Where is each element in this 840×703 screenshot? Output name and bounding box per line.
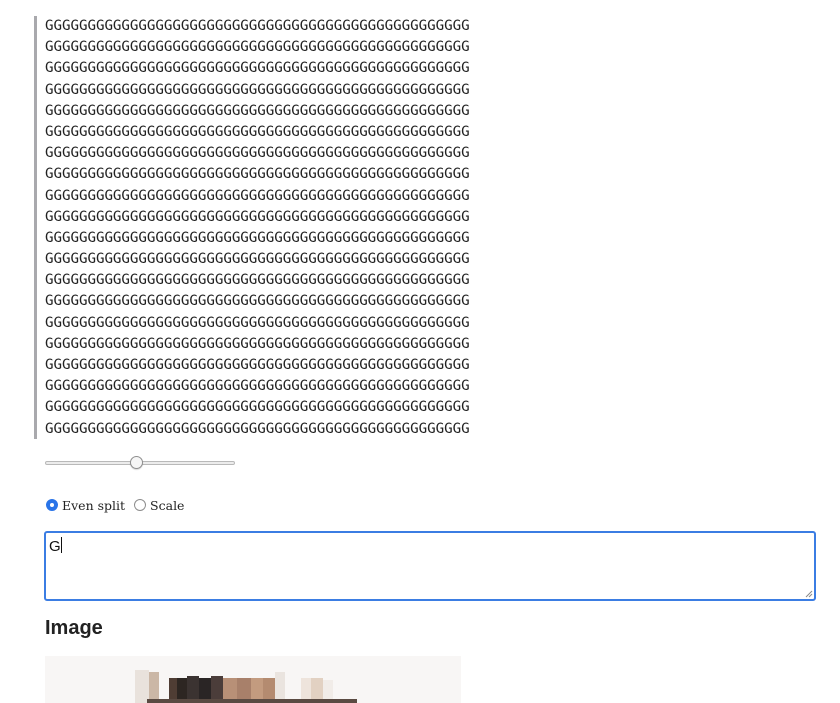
text-input[interactable]: G bbox=[44, 531, 816, 601]
scale-label[interactable]: Scale bbox=[150, 498, 184, 513]
source-image bbox=[45, 656, 461, 703]
ascii-line: GGGGGGGGGGGGGGGGGGGGGGGGGGGGGGGGGGGGGGGG… bbox=[45, 187, 470, 204]
ascii-line: GGGGGGGGGGGGGGGGGGGGGGGGGGGGGGGGGGGGGGGG… bbox=[45, 335, 470, 352]
ascii-line: GGGGGGGGGGGGGGGGGGGGGGGGGGGGGGGGGGGGGGGG… bbox=[45, 166, 470, 183]
mode-radio-group: Even split Scale bbox=[46, 495, 193, 515]
image-section-heading: Image bbox=[45, 617, 103, 639]
ascii-art-output: GGGGGGGGGGGGGGGGGGGGGGGGGGGGGGGGGGGGGGGG… bbox=[34, 16, 494, 439]
ascii-line: GGGGGGGGGGGGGGGGGGGGGGGGGGGGGGGGGGGGGGGG… bbox=[45, 251, 470, 268]
ascii-line: GGGGGGGGGGGGGGGGGGGGGGGGGGGGGGGGGGGGGGGG… bbox=[45, 81, 470, 98]
size-slider[interactable] bbox=[45, 454, 235, 472]
ascii-line: GGGGGGGGGGGGGGGGGGGGGGGGGGGGGGGGGGGGGGGG… bbox=[45, 399, 470, 416]
ascii-line: GGGGGGGGGGGGGGGGGGGGGGGGGGGGGGGGGGGGGGGG… bbox=[45, 357, 470, 373]
ascii-line: GGGGGGGGGGGGGGGGGGGGGGGGGGGGGGGGGGGGGGGG… bbox=[45, 123, 470, 140]
even-split-radio[interactable] bbox=[46, 499, 58, 511]
ascii-line: GGGGGGGGGGGGGGGGGGGGGGGGGGGGGGGGGGGGGGGG… bbox=[45, 208, 470, 225]
text-caret bbox=[60, 537, 62, 553]
ascii-line: GGGGGGGGGGGGGGGGGGGGGGGGGGGGGGGGGGGGGGGG… bbox=[45, 102, 470, 119]
ascii-line: GGGGGGGGGGGGGGGGGGGGGGGGGGGGGGGGGGGGGGGG… bbox=[45, 18, 470, 34]
ascii-line: GGGGGGGGGGGGGGGGGGGGGGGGGGGGGGGGGGGGGGGG… bbox=[45, 378, 470, 395]
ascii-line: GGGGGGGGGGGGGGGGGGGGGGGGGGGGGGGGGGGGGGGG… bbox=[45, 60, 470, 77]
text-input-value[interactable]: G bbox=[49, 537, 62, 555]
ascii-line: GGGGGGGGGGGGGGGGGGGGGGGGGGGGGGGGGGGGGGGG… bbox=[45, 229, 470, 246]
ascii-line: GGGGGGGGGGGGGGGGGGGGGGGGGGGGGGGGGGGGGGGG… bbox=[45, 293, 470, 310]
scale-radio[interactable] bbox=[134, 499, 147, 511]
slider-thumb[interactable] bbox=[130, 456, 143, 469]
ascii-line: GGGGGGGGGGGGGGGGGGGGGGGGGGGGGGGGGGGGGGGG… bbox=[45, 420, 470, 437]
ascii-line: GGGGGGGGGGGGGGGGGGGGGGGGGGGGGGGGGGGGGGGG… bbox=[45, 145, 470, 162]
resize-grip-icon[interactable] bbox=[805, 590, 813, 598]
ascii-line: GGGGGGGGGGGGGGGGGGGGGGGGGGGGGGGGGGGGGGGG… bbox=[45, 39, 470, 56]
ascii-line: GGGGGGGGGGGGGGGGGGGGGGGGGGGGGGGGGGGGGGGG… bbox=[45, 272, 470, 289]
even-split-label[interactable]: Even split bbox=[62, 498, 125, 513]
ascii-line: GGGGGGGGGGGGGGGGGGGGGGGGGGGGGGGGGGGGGGGG… bbox=[45, 314, 470, 331]
